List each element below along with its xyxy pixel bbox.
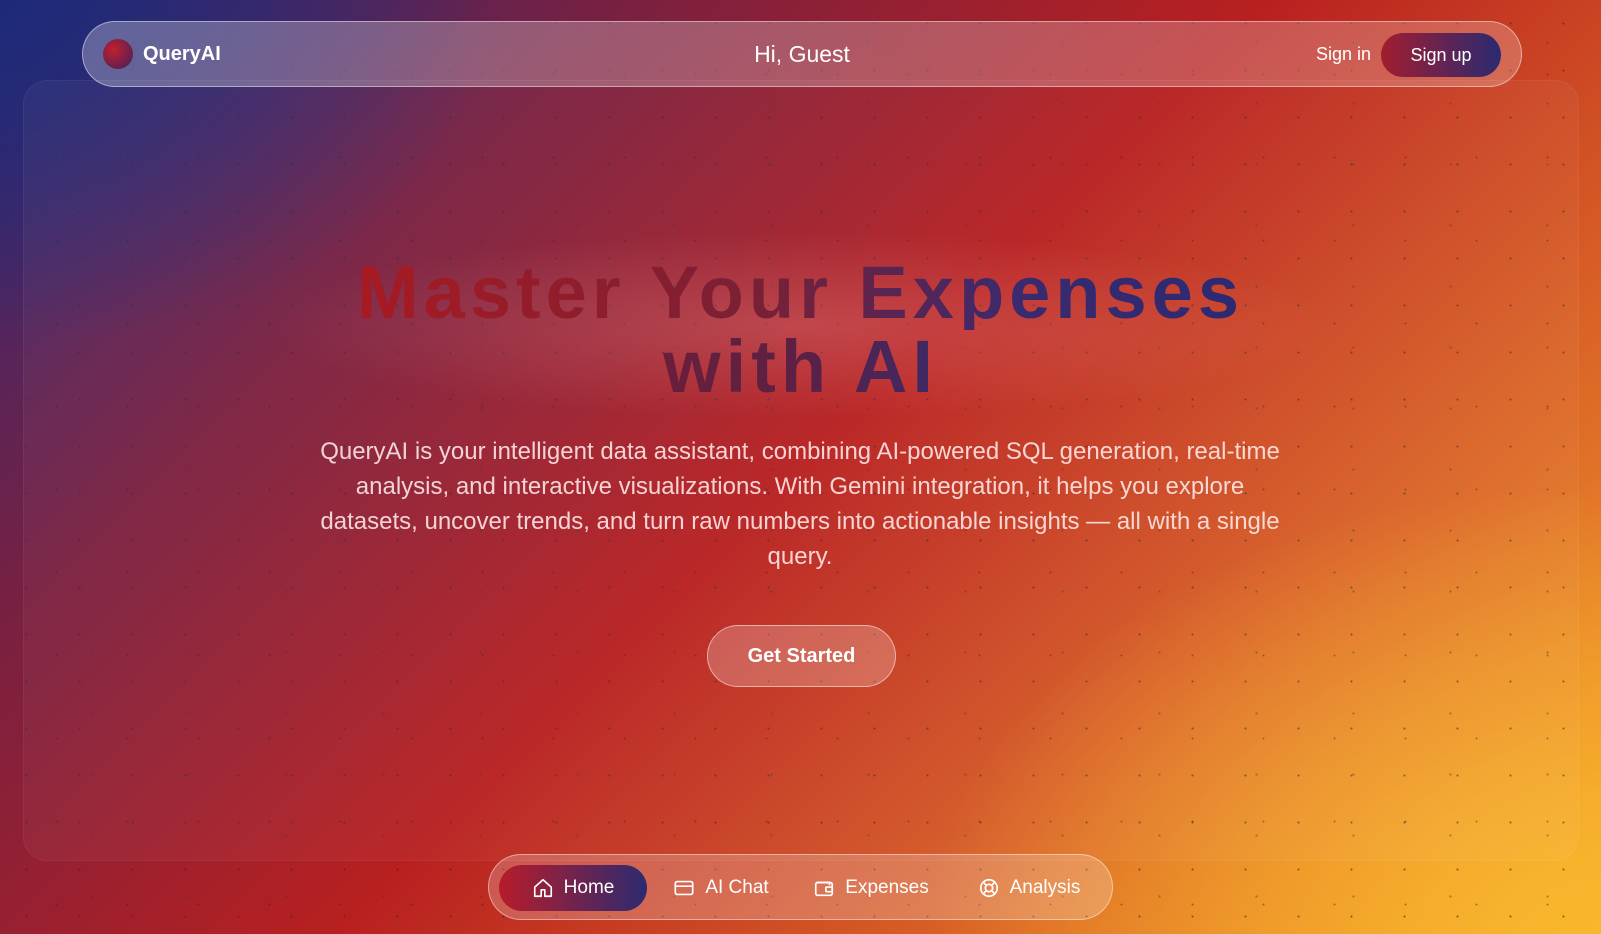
bottom-navbar: Home AI Chat Expenses Analysis bbox=[488, 854, 1113, 920]
nav-item-home[interactable]: Home bbox=[499, 865, 647, 911]
wallet-icon bbox=[815, 881, 834, 897]
hero-description: QueryAI is your intelligent data assista… bbox=[320, 438, 1280, 570]
home-icon bbox=[533, 878, 552, 898]
greeting-text: Hi, Guest bbox=[754, 41, 850, 67]
hero-title-line1: Master Your Expenses bbox=[357, 251, 1244, 334]
nav-item-label: Home bbox=[563, 877, 615, 898]
hero-title-line2: with AI bbox=[663, 325, 938, 408]
sign-up-button[interactable]: Sign up bbox=[1381, 33, 1501, 77]
nav-item-label: AI Chat bbox=[705, 877, 769, 898]
nav-item-label: Analysis bbox=[1009, 877, 1081, 898]
sign-in-link[interactable]: Sign in bbox=[1316, 44, 1371, 65]
hero-title: Master Your Expenses with AI bbox=[0, 256, 1601, 404]
get-started-button[interactable]: Get Started bbox=[707, 625, 896, 687]
top-navbar: QueryAI Hi, Guest Sign in Sign up bbox=[82, 21, 1522, 87]
nav-item-analysis[interactable]: Analysis bbox=[959, 865, 1099, 911]
card-icon bbox=[674, 880, 694, 896]
nav-item-ai-chat[interactable]: AI Chat bbox=[661, 865, 781, 911]
nav-item-label: Expenses bbox=[845, 877, 929, 898]
lifebuoy-icon bbox=[979, 878, 998, 898]
nav-item-expenses[interactable]: Expenses bbox=[801, 865, 941, 911]
